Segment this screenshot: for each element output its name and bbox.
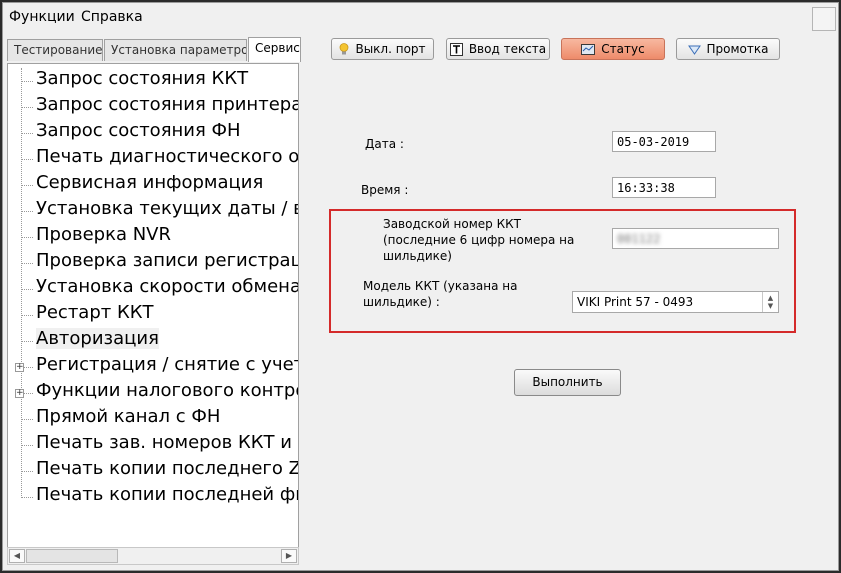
date-field[interactable]: 05-03-2019: [612, 131, 716, 152]
tree-item[interactable]: Рестарт ККТ: [36, 302, 154, 323]
tree-connector: [21, 289, 33, 290]
tree-item[interactable]: Проверка NVR: [36, 224, 171, 245]
scroll-thumb[interactable]: [26, 549, 118, 563]
tree-connector: [21, 159, 33, 160]
expand-plus-icon[interactable]: +: [15, 389, 24, 398]
tree-item[interactable]: Сервисная информация: [36, 172, 263, 193]
scroll-right-icon[interactable]: ▶: [281, 549, 297, 563]
status-button[interactable]: Статус: [561, 38, 665, 60]
tree-item[interactable]: Печать диагностического отч: [36, 146, 298, 167]
tree-item[interactable]: Запрос состояния ФН: [36, 120, 241, 141]
tree-connector: [21, 81, 33, 82]
tree-connector: [21, 185, 33, 186]
tree-connector: [21, 341, 33, 342]
model-label-line2: шильдике) :: [363, 295, 440, 309]
tree-item[interactable]: Установка текущих даты / вр: [36, 198, 298, 219]
serial-label-line2: (последние 6 цифр номера на: [383, 233, 575, 247]
tree-connector: [21, 133, 33, 134]
tree-connector: [21, 237, 33, 238]
serial-number-field[interactable]: 001122: [612, 228, 779, 249]
tree-item[interactable]: Печать зав. номеров ККТ и Ф: [36, 432, 298, 453]
serial-number-value: 001122: [617, 232, 661, 246]
model-select[interactable]: VIKI Print 57 - 0493 ▲ ▼: [572, 291, 779, 313]
tree-connector: [21, 445, 33, 446]
tree-connector: [21, 107, 33, 108]
serial-label-line3: шильдике): [383, 249, 452, 263]
tree-item[interactable]: Запрос состояния ККТ: [36, 68, 248, 89]
time-label: Время :: [361, 183, 409, 197]
menu-help[interactable]: Справка: [81, 9, 143, 25]
serial-label-line1: Заводской номер ККТ: [383, 217, 521, 231]
tree-connector: [21, 211, 33, 212]
lightbulb-icon: [339, 43, 349, 55]
port-off-label: Выкл. порт: [355, 42, 426, 56]
tree-connector: [21, 315, 33, 316]
text-input-button[interactable]: Ввод текста: [446, 38, 550, 60]
menu-functions[interactable]: Функции: [9, 9, 75, 25]
execute-button[interactable]: Выполнить: [514, 369, 621, 396]
text-icon: [449, 42, 463, 56]
menu-scroll-button[interactable]: [812, 7, 836, 31]
tree-item[interactable]: Регистрация / снятие с учета: [36, 354, 298, 375]
tree-connector: [21, 497, 33, 498]
scroll-left-icon[interactable]: ◀: [9, 549, 25, 563]
feed-button[interactable]: Промотка: [676, 38, 780, 60]
tree-horizontal-scrollbar[interactable]: ◀ ▶: [7, 547, 299, 565]
tree-item[interactable]: Печать копии последней фис: [36, 484, 298, 505]
time-field[interactable]: 16:33:38: [612, 177, 716, 198]
tree-item[interactable]: Прямой канал с ФН: [36, 406, 220, 427]
app-window: Функции Справка Тестирование Установка п…: [2, 2, 839, 571]
tree-item[interactable]: Печать копии последнего Z-о: [36, 458, 298, 479]
tree-connector: [21, 471, 33, 472]
tree-item[interactable]: Запрос состояния принтера: [36, 94, 298, 115]
tree-item[interactable]: Авторизация: [36, 328, 159, 349]
model-label-line1: Модель ККТ (указана на: [363, 279, 518, 293]
tree-item[interactable]: Функции налогового контрол: [36, 380, 298, 401]
text-input-label: Ввод текста: [468, 42, 547, 56]
feed-label: Промотка: [706, 42, 769, 56]
tab-testing[interactable]: Тестирование: [7, 39, 103, 61]
tab-service[interactable]: Сервис: [248, 37, 301, 62]
tree-item[interactable]: Установка скорости обмена: [36, 276, 298, 297]
tree-connector: [21, 419, 33, 420]
tree-connector: [21, 263, 33, 264]
date-label: Дата :: [365, 137, 404, 151]
menu-bar: Функции Справка: [3, 3, 838, 31]
expand-plus-icon[interactable]: +: [15, 363, 24, 372]
spin-arrows-icon[interactable]: ▲ ▼: [762, 292, 778, 312]
port-off-button[interactable]: Выкл. порт: [331, 38, 434, 60]
triangle-down-icon: [687, 44, 701, 55]
model-select-value: VIKI Print 57 - 0493: [577, 295, 694, 309]
tab-settings[interactable]: Установка параметров: [104, 39, 247, 61]
function-tree: Запрос состояния ККТ Запрос состояния при…: [7, 63, 299, 549]
tree-item[interactable]: Проверка записи регистраци: [36, 250, 298, 271]
monitor-icon: [581, 43, 596, 55]
status-label: Статус: [601, 42, 645, 56]
